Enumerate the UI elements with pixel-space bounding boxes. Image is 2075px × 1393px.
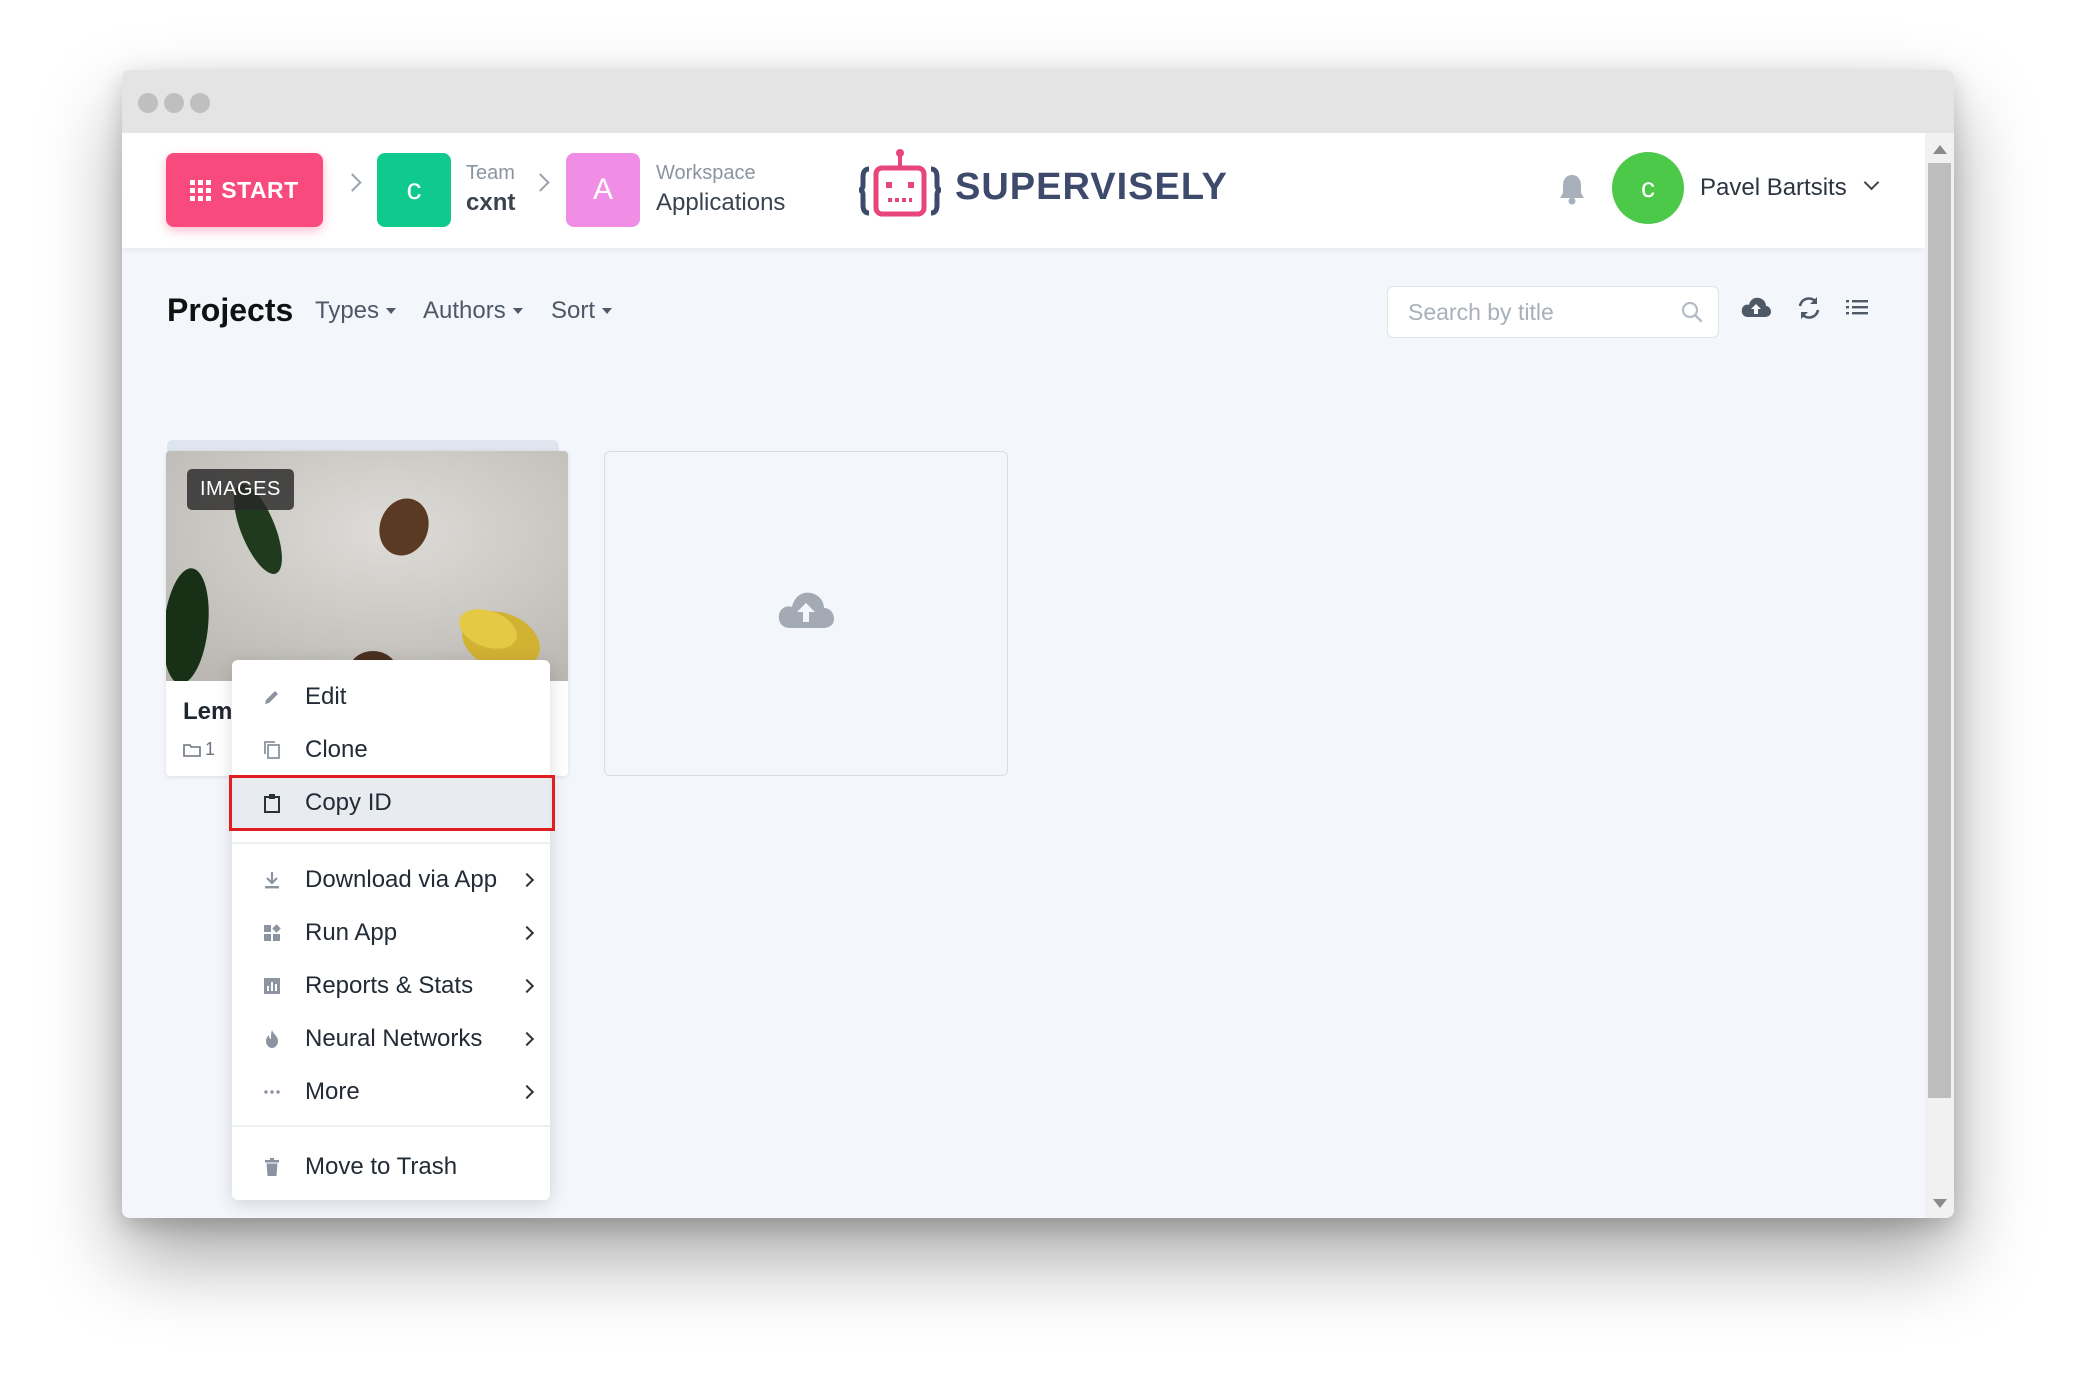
project-thumbnail[interactable]: IMAGES — [166, 451, 568, 681]
user-name[interactable]: Pavel Bartsits — [1700, 174, 1847, 202]
minimize-window-button[interactable] — [164, 93, 184, 113]
authors-filter-dropdown[interactable]: Authors — [423, 297, 523, 325]
top-header: START c Team cxnt A Workspace Applicatio… — [122, 133, 1925, 248]
more-dots-icon — [264, 1090, 280, 1094]
list-view-icon[interactable] — [1844, 295, 1870, 319]
trash-icon — [265, 1158, 279, 1176]
start-button[interactable]: START — [166, 153, 323, 227]
chevron-right-icon — [519, 1084, 535, 1100]
copy-icon — [264, 741, 280, 759]
sort-dropdown[interactable]: Sort — [551, 297, 613, 325]
caret-down-icon — [386, 308, 397, 314]
menu-item-neural-networks[interactable]: Neural Networks — [232, 1014, 550, 1064]
menu-item-download-via-app[interactable]: Download via App — [232, 855, 550, 905]
chevron-right-icon — [519, 925, 535, 941]
caret-down-icon — [512, 308, 523, 314]
folder-icon — [183, 743, 201, 757]
window-titlebar — [122, 70, 1954, 133]
bell-icon[interactable] — [1558, 173, 1586, 205]
menu-item-label: Neural Networks — [305, 1025, 483, 1052]
team-badge[interactable]: c — [377, 153, 451, 227]
chevron-right-icon — [519, 872, 535, 888]
menu-item-move-to-trash[interactable]: Move to Trash — [232, 1142, 550, 1192]
chart-icon — [264, 978, 280, 994]
apps-icon — [264, 924, 281, 941]
grid-icon — [190, 179, 212, 201]
datasets-count: 1 — [205, 739, 216, 759]
menu-item-more[interactable]: More — [232, 1067, 550, 1117]
menu-item-label: Copy ID — [305, 789, 392, 816]
start-button-label: START — [221, 176, 299, 203]
menu-item-clone[interactable]: Clone — [232, 725, 550, 775]
user-avatar[interactable]: c — [1612, 152, 1684, 224]
types-filter-dropdown[interactable]: Types — [315, 297, 397, 325]
user-menu-chevron-icon[interactable] — [1863, 174, 1880, 191]
menu-item-copy-id[interactable]: Copy ID — [229, 775, 555, 831]
team-name-link[interactable]: cxnt — [466, 189, 515, 217]
menu-item-label: Reports & Stats — [305, 972, 474, 999]
project-meta: 1 — [183, 739, 215, 760]
workspace-caption: Workspace — [656, 162, 756, 184]
upload-cloud-icon[interactable] — [1740, 295, 1772, 319]
menu-item-label: Edit — [305, 683, 347, 710]
refresh-icon[interactable] — [1796, 295, 1822, 321]
vertical-scrollbar[interactable] — [1925, 133, 1954, 1218]
menu-divider — [232, 842, 550, 844]
menu-item-label: Move to Trash — [305, 1153, 458, 1180]
upload-project-card[interactable] — [604, 451, 1008, 776]
download-icon — [265, 872, 279, 889]
flame-icon — [266, 1030, 278, 1048]
menu-item-reports-stats[interactable]: Reports & Stats — [232, 961, 550, 1011]
project-type-badge: IMAGES — [187, 469, 294, 510]
menu-item-label: Run App — [305, 919, 398, 946]
authors-filter-label: Authors — [423, 297, 506, 324]
breadcrumb-separator-icon — [531, 173, 550, 192]
scroll-up-arrow-icon[interactable] — [1933, 145, 1947, 154]
scroll-down-arrow-icon[interactable] — [1933, 1199, 1947, 1208]
logo-text: SUPERVISELY — [955, 166, 1228, 208]
menu-item-label: Clone — [305, 736, 368, 763]
types-filter-label: Types — [315, 297, 380, 324]
breadcrumb-separator-icon — [343, 173, 362, 192]
page-title: Projects — [167, 292, 294, 328]
chevron-right-icon — [519, 978, 535, 994]
search-icon[interactable] — [1680, 300, 1704, 324]
menu-item-label: Download via App — [305, 866, 498, 893]
pencil-icon — [265, 691, 278, 704]
caret-down-icon — [602, 308, 613, 314]
menu-item-edit[interactable]: Edit — [232, 672, 550, 722]
menu-item-run-app[interactable]: Run App — [232, 908, 550, 958]
workspace-name-link[interactable]: Applications — [656, 189, 785, 217]
search-input[interactable] — [1406, 287, 1670, 337]
team-caption: Team — [466, 162, 515, 184]
workspace-badge[interactable]: A — [566, 153, 640, 227]
project-context-menu: Edit Clone Copy ID Download via App Run … — [229, 660, 555, 1200]
search-box — [1387, 286, 1719, 338]
sort-label: Sort — [551, 297, 596, 324]
supervisely-robot-logo-icon — [859, 149, 941, 217]
close-window-button[interactable] — [138, 93, 158, 113]
maximize-window-button[interactable] — [190, 93, 210, 113]
clipboard-icon — [264, 794, 280, 813]
menu-item-label: More — [305, 1078, 360, 1105]
chevron-right-icon — [519, 1031, 535, 1047]
menu-divider — [232, 1125, 550, 1127]
upload-cloud-icon — [778, 592, 834, 628]
scrollbar-thumb[interactable] — [1928, 163, 1951, 1098]
